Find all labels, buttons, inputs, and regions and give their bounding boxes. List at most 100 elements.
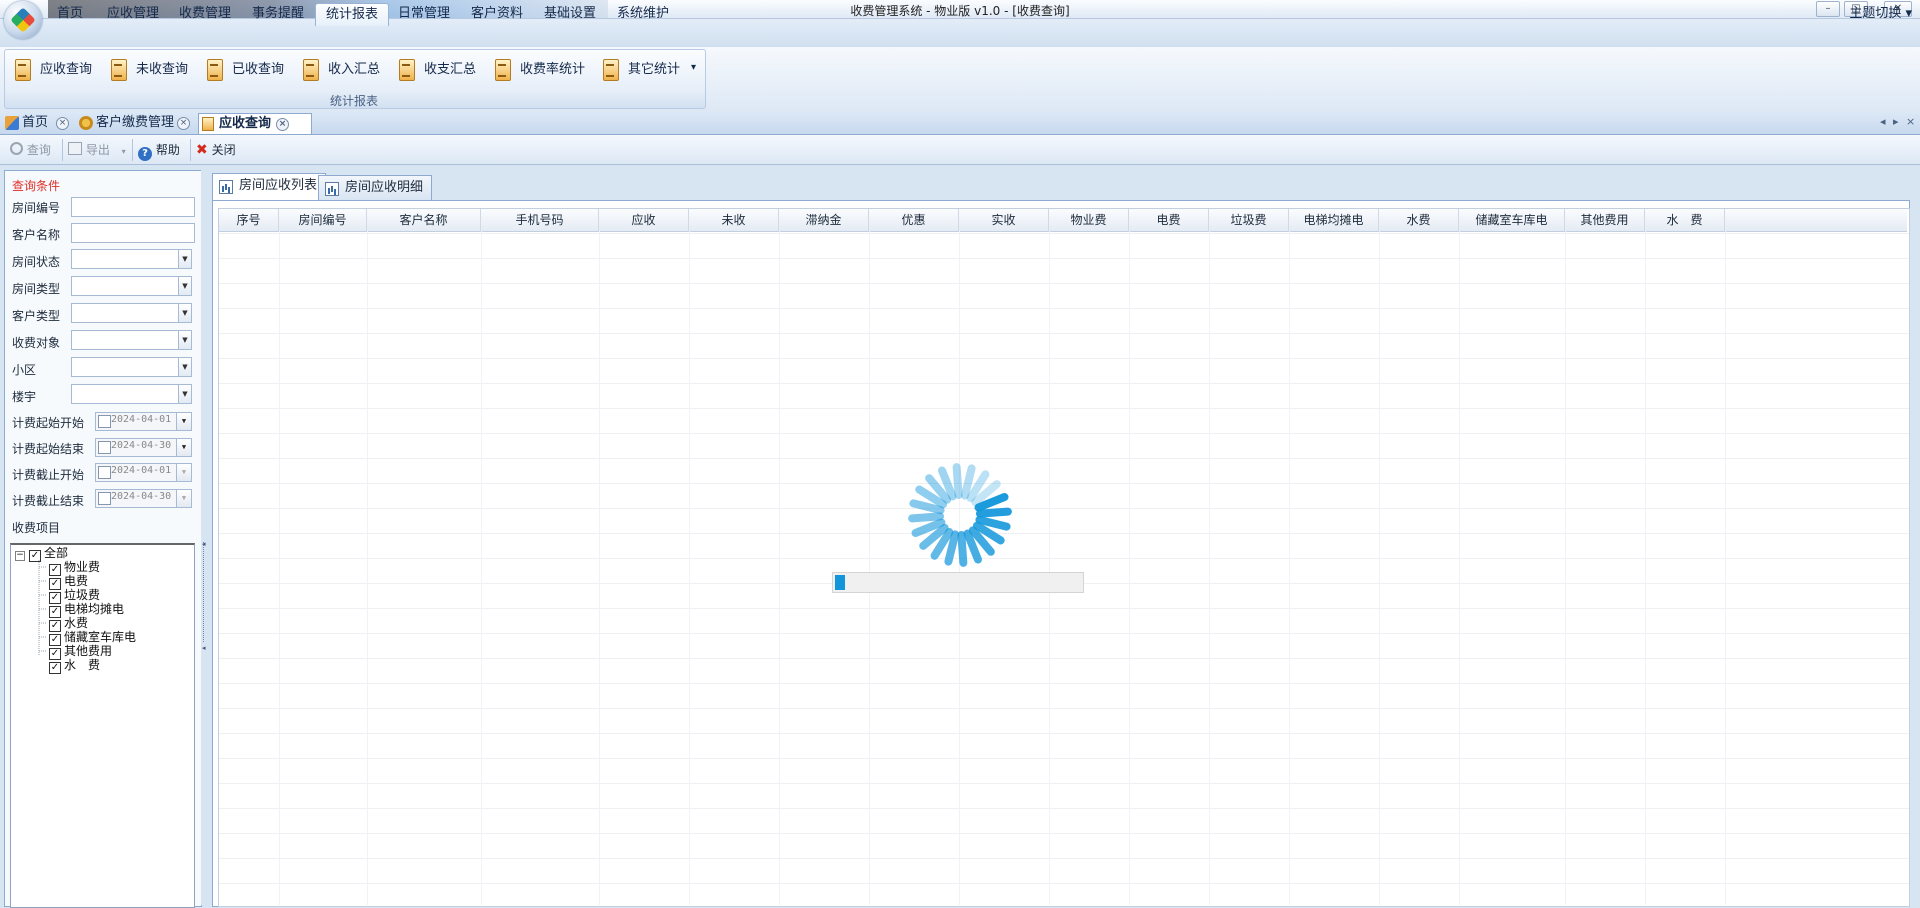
theme-switch-menu[interactable]: 主题切换 ▾: [1849, 3, 1912, 25]
tree-node-label: 水 费: [64, 658, 101, 672]
dropdown-arrow-icon[interactable]: ▼: [176, 413, 191, 430]
collapse-left-icon[interactable]: ◂: [202, 644, 206, 652]
column-header[interactable]: 其他费用: [1565, 209, 1645, 231]
chart-icon: [325, 182, 339, 196]
paid-query-button[interactable]: 已收查询: [204, 56, 284, 84]
column-header[interactable]: 物业费: [1049, 209, 1129, 231]
menu-tab-settings[interactable]: 基础设置: [534, 3, 606, 25]
tab-room-receivable-detail[interactable]: 房间应收明细: [318, 175, 433, 200]
close-tab-icon[interactable]: ×: [276, 118, 289, 131]
column-header[interactable]: 优惠: [869, 209, 959, 231]
checkbox-checked[interactable]: ✓: [29, 550, 41, 562]
close-label: 关闭: [211, 143, 236, 157]
income-expense-summary-button[interactable]: 收支汇总: [396, 56, 476, 84]
help-button[interactable]: ? 帮助: [138, 141, 180, 161]
building-select[interactable]: ▼: [71, 384, 192, 404]
tree-item[interactable]: ✓ 物业费: [11, 560, 194, 576]
receivable-query-button[interactable]: 应收查询: [12, 56, 92, 84]
customer-name-input[interactable]: [71, 223, 195, 243]
grid-column-line: [1049, 231, 1050, 905]
tree-item[interactable]: ✓ 水 费: [11, 658, 194, 674]
ribbon-label: 其它统计: [628, 62, 681, 77]
dropdown-arrow-icon[interactable]: ▼: [176, 464, 191, 481]
column-header[interactable]: 房间编号: [279, 209, 367, 231]
bill-start-to-date[interactable]: 2024-04-30 ▼: [95, 438, 192, 457]
room-type-select[interactable]: ▼: [71, 276, 192, 296]
column-header[interactable]: 水 费: [1645, 209, 1725, 231]
menu-tab-charges[interactable]: 收费管理: [169, 3, 241, 25]
menu-tab-reports[interactable]: 统计报表: [315, 3, 390, 26]
app-menu-orb[interactable]: [4, 1, 42, 39]
tree-root[interactable]: − ✓ 全部: [11, 545, 194, 562]
menu-tab-receivables[interactable]: 应收管理: [97, 3, 169, 25]
doc-tab-receivable-query[interactable]: 应收查询 ×: [198, 113, 312, 134]
doc-tab-customer-payment[interactable]: 客户缴费管理 ×: [76, 113, 212, 133]
data-grid[interactable]: [218, 208, 1910, 907]
bill-start-from-date[interactable]: 2024-04-01 ▼: [95, 412, 192, 431]
enable-checkbox[interactable]: [98, 415, 111, 428]
other-stats-button[interactable]: 其它统计: [600, 56, 680, 84]
enable-checkbox[interactable]: [98, 466, 111, 479]
minimize-button[interactable]: –: [1816, 1, 1840, 17]
dropdown-arrow-icon[interactable]: ▼: [176, 490, 191, 507]
column-header[interactable]: 应收: [599, 209, 689, 231]
column-header[interactable]: 未收: [689, 209, 779, 231]
tab-label: 房间应收列表: [239, 178, 318, 193]
tree-item[interactable]: ✓ 垃圾费: [11, 588, 194, 604]
room-status-select[interactable]: ▼: [71, 249, 192, 269]
charge-target-select[interactable]: ▼: [71, 330, 192, 350]
dropdown-arrow-icon: ▼: [178, 331, 191, 349]
menu-tab-home[interactable]: 首页: [47, 3, 93, 25]
export-button[interactable]: 导出 ▾: [68, 141, 126, 159]
column-header[interactable]: 序号: [219, 209, 279, 231]
menu-tab-reminders[interactable]: 事务提醒: [242, 3, 314, 25]
dropdown-arrow-icon: ▼: [178, 304, 191, 322]
menu-tab-customers[interactable]: 客户资料: [461, 3, 533, 25]
scroll-right-icon[interactable]: ▸: [1893, 115, 1899, 128]
tree-item[interactable]: ✓ 水费: [11, 616, 194, 632]
enable-checkbox[interactable]: [98, 441, 111, 454]
income-summary-button[interactable]: 收入汇总: [300, 56, 380, 84]
column-header[interactable]: 电费: [1129, 209, 1209, 231]
close-tab-icon[interactable]: ×: [177, 117, 190, 130]
tree-node-label: 电梯均摊电: [64, 602, 125, 616]
panel-splitter[interactable]: ◂ ◂: [201, 170, 208, 905]
menu-tab-maintenance[interactable]: 系统维护: [607, 3, 679, 25]
close-button[interactable]: ✖ 关闭: [196, 141, 236, 159]
loading-progress-bar: [832, 572, 1084, 593]
grid-column-line: [1129, 231, 1130, 905]
menu-tab-daily[interactable]: 日常管理: [388, 3, 460, 25]
grid-column-line: [481, 231, 482, 905]
tree-item[interactable]: ✓ 其他费用: [11, 644, 194, 660]
help-label: 帮助: [155, 143, 180, 157]
column-header[interactable]: 手机号码: [481, 209, 599, 231]
community-select[interactable]: ▼: [71, 357, 192, 377]
unpaid-query-button[interactable]: 未收查询: [108, 56, 188, 84]
room-no-input[interactable]: [71, 197, 195, 217]
column-header[interactable]: 电梯均摊电: [1289, 209, 1379, 231]
column-header[interactable]: 垃圾费: [1209, 209, 1289, 231]
tree-item[interactable]: ✓ 电梯均摊电: [11, 602, 194, 618]
checkbox-checked[interactable]: ✓: [49, 662, 61, 674]
column-header[interactable]: 客户名称: [367, 209, 481, 231]
tab-room-receivable-list[interactable]: 房间应收列表: [212, 173, 327, 201]
dropdown-arrow-icon[interactable]: ▼: [176, 439, 191, 456]
column-header[interactable]: 储藏室车库电: [1459, 209, 1565, 231]
column-header[interactable]: 滞纳金: [779, 209, 869, 231]
column-header[interactable]: 水费: [1379, 209, 1459, 231]
enable-checkbox[interactable]: [98, 492, 111, 505]
bill-end-to-date[interactable]: 2024-04-30 ▼: [95, 489, 192, 508]
other-stats-dropdown-icon[interactable]: ▾: [691, 62, 696, 73]
tree-item[interactable]: ✓ 电费: [11, 574, 194, 590]
scroll-left-icon[interactable]: ◂: [1880, 115, 1886, 128]
collapse-icon[interactable]: −: [15, 551, 25, 561]
tree-item[interactable]: ✓ 储藏室车库电: [11, 630, 194, 646]
customer-type-select[interactable]: ▼: [71, 303, 192, 323]
close-all-tabs-icon[interactable]: ×: [1906, 115, 1915, 128]
collection-rate-button[interactable]: 收费率统计: [492, 56, 585, 84]
query-button[interactable]: 查询: [10, 141, 51, 159]
bill-end-from-date[interactable]: 2024-04-01 ▼: [95, 463, 192, 482]
column-header[interactable]: 实收: [959, 209, 1049, 231]
app-logo-icon: [10, 7, 36, 33]
close-tab-icon[interactable]: ×: [56, 117, 69, 130]
